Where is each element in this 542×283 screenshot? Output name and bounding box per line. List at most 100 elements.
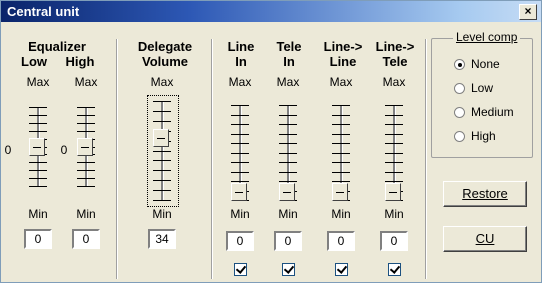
tele-in-header: Tele In: [267, 39, 311, 69]
slider-tick: [279, 115, 297, 116]
max-label: Max: [228, 75, 252, 89]
eq-high-zero-label: 0: [60, 143, 68, 157]
delegate-volume-slider[interactable]: [151, 101, 173, 201]
eq-low-zero-label: 0: [4, 143, 12, 157]
eq-high-slider[interactable]: [75, 107, 97, 187]
slider-thumb[interactable]: [29, 138, 45, 156]
line-line-checkbox[interactable]: [335, 263, 348, 276]
line-in-value: 0: [226, 231, 254, 251]
slider-tick: [279, 172, 297, 173]
delegate-header-line1: Delegate: [137, 39, 193, 54]
close-button[interactable]: ×: [519, 4, 537, 20]
slider-tick: [153, 190, 171, 191]
title-bar: Central unit ×: [1, 1, 541, 22]
line-line-header: Line-> Line: [317, 39, 369, 69]
eq-low-slider[interactable]: [27, 107, 49, 187]
max-label: Max: [26, 75, 50, 89]
radio-low-indicator[interactable]: [454, 83, 465, 94]
slider-tick: [29, 178, 47, 179]
slider-tick: [385, 124, 403, 125]
slider-tick: [153, 121, 171, 122]
slider-thumb[interactable]: [332, 183, 348, 201]
min-label: Min: [230, 207, 250, 221]
slider-tick: [279, 143, 297, 144]
cu-button[interactable]: CU: [443, 226, 527, 252]
slider-tick: [153, 111, 171, 112]
slider-tick: [77, 115, 95, 116]
slider-tick: [77, 107, 95, 108]
slider-tick: [153, 200, 171, 201]
slider-tick: [153, 180, 171, 181]
slider-tick: [231, 162, 249, 163]
slider-tick: [385, 143, 403, 144]
slider-tick: [29, 115, 47, 116]
slider-tick: [279, 124, 297, 125]
slider-tick: [385, 153, 403, 154]
eq-high-value: 0: [72, 229, 100, 249]
slider-tick: [332, 124, 350, 125]
slider-tick: [332, 162, 350, 163]
slider-tick: [332, 181, 350, 182]
equalizer-title: Equalizer: [28, 39, 86, 54]
slider-thumb[interactable]: [231, 183, 247, 201]
separator: [425, 39, 427, 279]
line-tele-header: Line-> Tele: [369, 39, 421, 69]
slider-tick: [332, 143, 350, 144]
min-label: Min: [28, 207, 48, 221]
slider-tick: [77, 123, 95, 124]
line-line-value: 0: [327, 231, 355, 251]
slider-tick: [77, 178, 95, 179]
tele-in-header-line1: Tele: [276, 39, 302, 54]
cu-button-label: CU: [475, 231, 495, 246]
line-in-checkbox[interactable]: [234, 263, 247, 276]
min-label: Min: [278, 207, 298, 221]
radio-high-label: High: [471, 129, 496, 143]
slider-tick: [77, 162, 95, 163]
eq-low-value: 0: [24, 229, 52, 249]
level-comp-legend-text: Level comp: [456, 30, 518, 44]
line-tele-header-line2: Tele: [382, 54, 408, 69]
slider-tick: [153, 170, 171, 171]
separator: [116, 39, 118, 279]
line-in-slider[interactable]: [229, 105, 251, 201]
line-tele-slider[interactable]: [383, 105, 405, 201]
delegate-header-line2: Volume: [142, 54, 188, 69]
radio-medium-indicator[interactable]: [454, 107, 465, 118]
max-label: Max: [382, 75, 406, 89]
tele-in-slider[interactable]: [277, 105, 299, 201]
slider-tick: [231, 105, 249, 106]
slider-tick: [231, 124, 249, 125]
line-tele-checkbox[interactable]: [388, 263, 401, 276]
eq-low-header: Low: [21, 54, 47, 69]
delegate-header: Delegate Volume: [125, 39, 205, 69]
restore-button-label: Restore: [462, 186, 508, 201]
slider-tick: [385, 181, 403, 182]
slider-tick: [231, 115, 249, 116]
slider-tick: [332, 153, 350, 154]
slider-tick: [385, 172, 403, 173]
slider-tick: [29, 131, 47, 132]
slider-thumb[interactable]: [279, 183, 295, 201]
radio-high-indicator[interactable]: [454, 131, 465, 142]
tele-in-checkbox[interactable]: [282, 263, 295, 276]
window-title: Central unit: [7, 4, 80, 19]
radio-medium-label: Medium: [471, 105, 514, 119]
slider-thumb[interactable]: [77, 138, 93, 156]
line-in-header-line1: Line: [227, 39, 255, 54]
line-line-header-line2: Line: [329, 54, 357, 69]
slider-tick: [231, 143, 249, 144]
restore-button[interactable]: Restore: [443, 181, 527, 207]
eq-high-header: High: [65, 54, 95, 69]
slider-tick: [29, 186, 47, 187]
line-line-slider[interactable]: [330, 105, 352, 201]
radio-low-label: Low: [471, 81, 494, 95]
min-label: Min: [384, 207, 404, 221]
slider-tick: [332, 105, 350, 106]
delegate-volume-value: 34: [148, 229, 176, 249]
radio-none-indicator[interactable]: [454, 59, 465, 70]
radio-none-label: None: [471, 57, 500, 71]
equalizer-header: Equalizer Low High: [9, 39, 105, 69]
slider-thumb[interactable]: [153, 129, 169, 147]
slider-tick: [231, 134, 249, 135]
slider-thumb[interactable]: [385, 183, 401, 201]
